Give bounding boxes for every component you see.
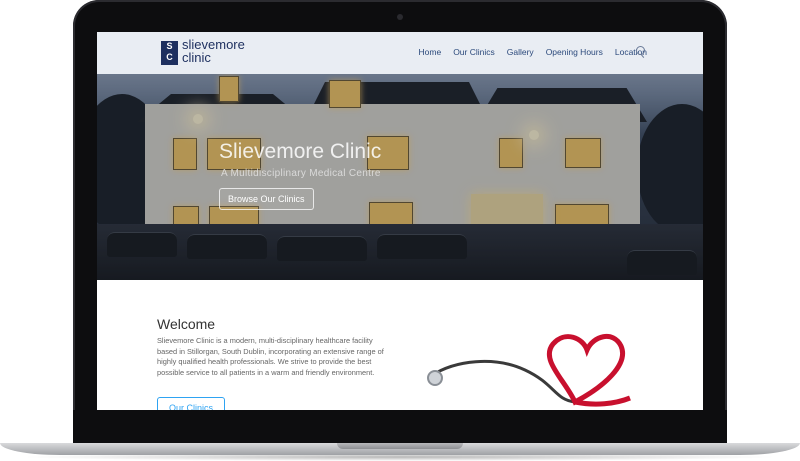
site-logo[interactable]: slievemore clinic: [182, 38, 245, 64]
search-icon[interactable]: [636, 46, 645, 55]
laptop-bezel-bottom: [73, 410, 727, 444]
camera-icon: [397, 14, 403, 20]
hero-title: Slievemore Clinic: [219, 140, 382, 163]
laptop-notch: [337, 443, 463, 449]
welcome-section: Welcome Slievemore Clinic is a modern, m…: [97, 280, 703, 410]
hero-banner: Slievemore Clinic A Multidisciplinary Me…: [97, 74, 703, 280]
nav-our-clinics[interactable]: Our Clinics: [453, 47, 495, 57]
nav-gallery[interactable]: Gallery: [507, 47, 534, 57]
browser-screen: Slievemore Clinic A Multidisciplinary Me…: [97, 32, 703, 410]
logo-letter-top: S: [166, 41, 173, 51]
welcome-text: Slievemore Clinic is a modern, multi-dis…: [157, 336, 384, 377]
logo-mark[interactable]: S C: [161, 41, 178, 65]
logo-line-2: clinic: [182, 50, 211, 65]
logo-letter-bottom: C: [166, 52, 173, 62]
our-clinics-button[interactable]: Our Clinics: [157, 397, 225, 410]
site-header: S C slievemore clinic Home Our Clinics G…: [97, 32, 703, 74]
browse-clinics-button[interactable]: Browse Our Clinics: [219, 188, 314, 210]
stethoscope-heart-image: [427, 334, 631, 407]
nav-opening-hours[interactable]: Opening Hours: [546, 47, 603, 57]
nav-home[interactable]: Home: [419, 47, 442, 57]
hero-subtitle: A Multidisciplinary Medical Centre: [221, 168, 381, 179]
welcome-heading: Welcome: [157, 316, 216, 332]
main-nav: Home Our Clinics Gallery Opening Hours L…: [419, 47, 648, 57]
hero-overlay: [97, 74, 703, 280]
